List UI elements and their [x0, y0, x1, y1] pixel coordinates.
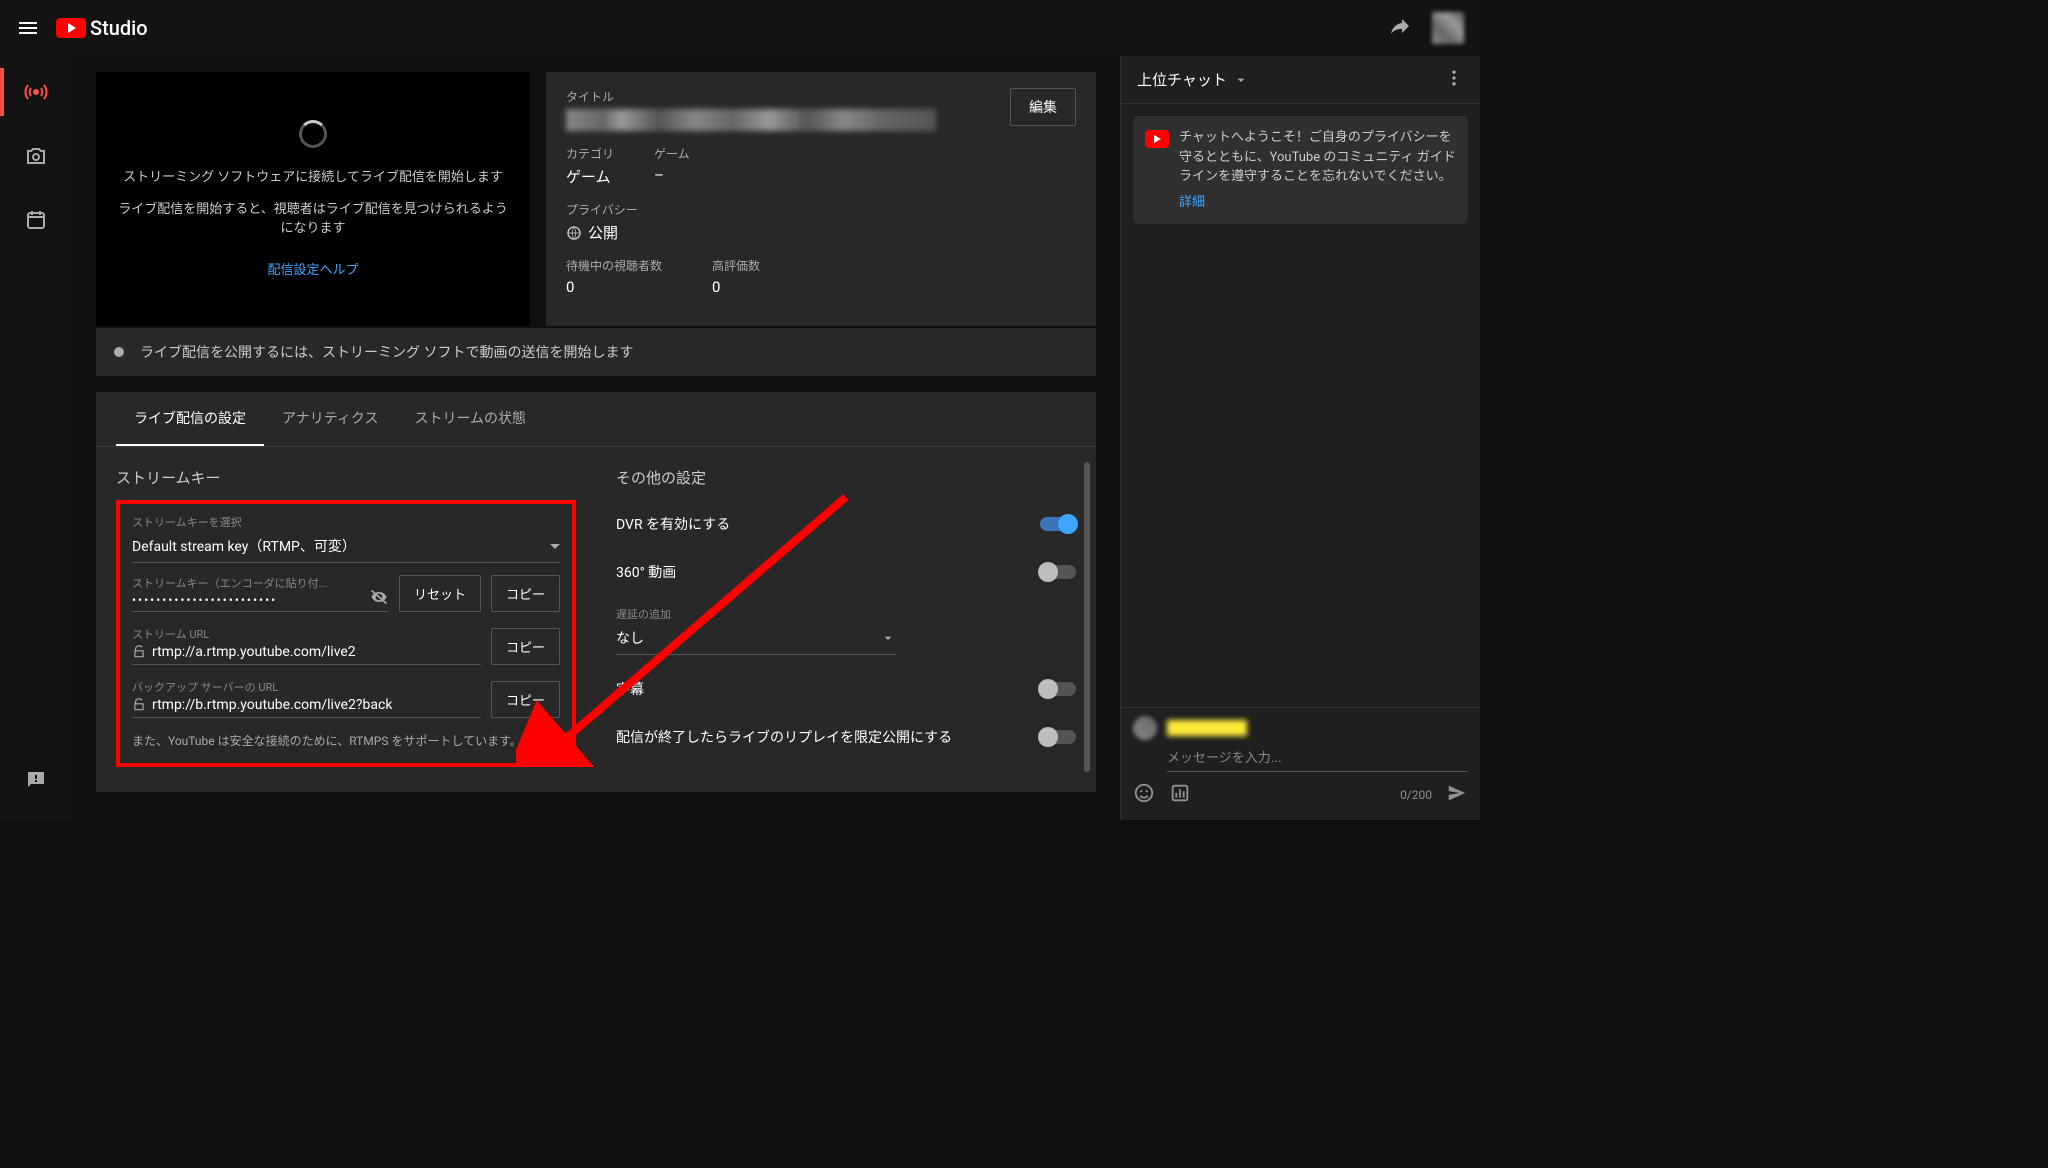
game-label: ゲーム: [654, 145, 690, 162]
status-text: ライブ配信を公開するには、ストリーミング ソフトで動画の送信を開始します: [140, 342, 633, 362]
delay-value: なし: [616, 628, 644, 648]
chat-char-count: 0/200: [1400, 788, 1432, 802]
likes-label: 高評価数: [712, 257, 760, 274]
tab-stream-settings[interactable]: ライブ配信の設定: [116, 392, 264, 446]
chevron-down-icon: [1233, 72, 1249, 88]
poll-icon[interactable]: [1169, 782, 1191, 808]
menu-icon[interactable]: [16, 16, 40, 40]
dvr-toggle[interactable]: [1040, 517, 1076, 531]
unlock-icon: [132, 645, 146, 659]
category-value: ゲーム: [566, 166, 614, 187]
preview-text-2: ライブ配信を開始すると、視聴者はライブ配信を見つけられるようになります: [112, 200, 514, 239]
sidebar-item-stream[interactable]: [16, 72, 56, 112]
copy-backup-button[interactable]: コピー: [491, 681, 560, 718]
sidebar-item-manage[interactable]: [16, 200, 56, 240]
chat-header-title: 上位チャット: [1137, 69, 1227, 90]
copy-url-button[interactable]: コピー: [491, 628, 560, 665]
delay-select[interactable]: なし: [616, 624, 896, 655]
tab-stream-health[interactable]: ストリームの状態: [396, 392, 544, 446]
backup-url-value: rtmp://b.rtmp.youtube.com/live2?back: [152, 697, 392, 713]
chat-panel: 上位チャット チャットへようこそ！ご自身のプライバシーを守るとともに、YouTu…: [1120, 56, 1480, 820]
waiting-label: 待機中の視聴者数: [566, 257, 662, 274]
dvr-label: DVR を有効にする: [616, 514, 730, 534]
copy-key-button[interactable]: コピー: [491, 575, 560, 612]
preview-panel: ストリーミング ソフトウェアに接続してライブ配信を開始します ライブ配信を開始す…: [96, 72, 530, 326]
delay-label: 遅延の追加: [616, 606, 1076, 622]
unlock-icon: [132, 698, 146, 712]
video360-toggle[interactable]: [1040, 565, 1076, 579]
rtmps-note: また、YouTube は安全な接続のために、RTMPS をサポートしています。: [132, 734, 522, 748]
chat-welcome-text: チャットへようこそ！ご自身のプライバシーを守るとともに、YouTube のコミュ…: [1179, 130, 1456, 184]
tab-analytics[interactable]: アナリティクス: [264, 392, 396, 446]
stream-url-label: ストリーム URL: [132, 626, 481, 642]
privacy-value: 公開: [588, 222, 618, 243]
subtitle-toggle[interactable]: [1040, 682, 1076, 696]
stream-key-title: ストリームキー: [116, 467, 576, 488]
subtitle-label: 字幕: [616, 679, 644, 699]
waiting-value: 0: [566, 278, 662, 296]
reset-button[interactable]: リセット: [399, 575, 481, 612]
stream-help-link[interactable]: 配信設定ヘルプ: [267, 259, 358, 278]
meta-panel: タイトル 編集 カテゴリ ゲーム ゲーム – プライバシー: [546, 72, 1096, 326]
chevron-down-icon: [880, 630, 896, 646]
preview-text-1: ストリーミング ソフトウェアに接続してライブ配信を開始します: [123, 168, 503, 188]
emoji-icon[interactable]: [1133, 782, 1155, 808]
chat-detail-link[interactable]: 詳細: [1179, 193, 1205, 213]
send-icon[interactable]: [1446, 782, 1468, 808]
likes-value: 0: [712, 278, 760, 296]
game-value: –: [654, 166, 690, 184]
share-icon[interactable]: [1388, 14, 1412, 42]
globe-icon: [566, 225, 582, 241]
chat-username: [1167, 720, 1247, 736]
title-value: [566, 109, 936, 131]
stream-key-select[interactable]: Default stream key（RTMP、可変）: [132, 532, 560, 563]
replay-label: 配信が終了したらライブのリプレイを限定公開にする: [616, 727, 952, 747]
spinner-icon: [299, 120, 327, 148]
logo-text: Studio: [90, 16, 148, 40]
logo[interactable]: Studio: [56, 16, 148, 40]
caret-down-icon: [550, 544, 560, 549]
youtube-icon: [1145, 130, 1169, 148]
stream-key-value: ••••••••••••••••••••••••: [132, 593, 389, 607]
stream-key-select-label: ストリームキーを選択: [132, 514, 560, 530]
rtmps-detail-link[interactable]: 詳細: [525, 734, 549, 748]
scrollbar[interactable]: [1084, 462, 1090, 772]
category-label: カテゴリ: [566, 145, 614, 162]
edit-button[interactable]: 編集: [1010, 88, 1076, 126]
stream-key-label: ストリームキー（エンコーダに貼り付...: [132, 575, 389, 591]
chat-header-dropdown[interactable]: 上位チャット: [1137, 69, 1249, 90]
avatar[interactable]: [1432, 12, 1464, 44]
youtube-icon: [56, 18, 86, 38]
sidebar-item-webcam[interactable]: [16, 136, 56, 176]
other-settings-title: その他の設定: [616, 467, 1076, 488]
privacy-label: プライバシー: [566, 201, 1076, 218]
chat-input[interactable]: [1167, 744, 1468, 772]
chat-avatar: [1133, 716, 1157, 740]
replay-toggle[interactable]: [1040, 730, 1076, 744]
status-dot-icon: [114, 347, 124, 357]
title-label: タイトル: [566, 88, 936, 105]
chat-welcome-card: チャットへようこそ！ご自身のプライバシーを守るとともに、YouTube のコミュ…: [1133, 116, 1468, 224]
visibility-off-icon[interactable]: [369, 587, 389, 607]
status-bar: ライブ配信を公開するには、ストリーミング ソフトで動画の送信を開始します: [96, 328, 1096, 376]
chat-menu-icon[interactable]: [1444, 68, 1464, 92]
settings-panel: ライブ配信の設定 アナリティクス ストリームの状態 ストリームキー ストリームキ…: [96, 392, 1096, 792]
stream-url-value: rtmp://a.rtmp.youtube.com/live2: [152, 644, 356, 660]
sidebar-item-feedback[interactable]: [16, 760, 56, 800]
highlight-box: ストリームキーを選択 Default stream key（RTMP、可変） ス…: [116, 500, 576, 767]
backup-url-label: バックアップ サーバーの URL: [132, 679, 481, 695]
stream-key-select-value: Default stream key（RTMP、可変）: [132, 536, 356, 556]
video360-label: 360° 動画: [616, 562, 676, 582]
